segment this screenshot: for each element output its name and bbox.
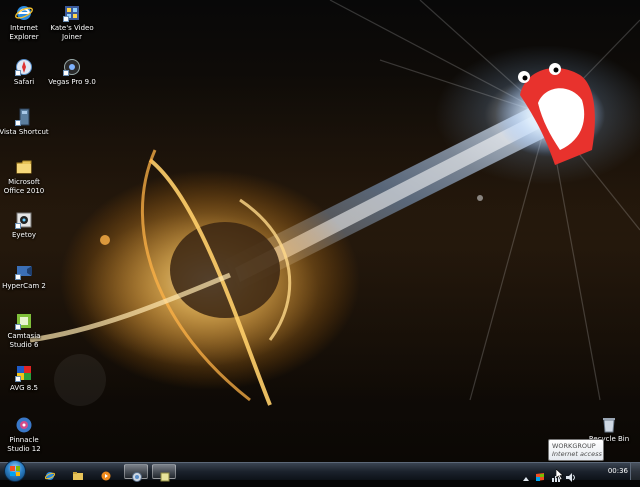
network-tooltip: WORKGROUP Internet access xyxy=(548,439,604,461)
desktop-icon-label: Kate's Video Joiner xyxy=(50,24,94,41)
desktop-icon-label: Vista Shortcut xyxy=(0,128,49,136)
media-player-icon xyxy=(101,466,111,481)
tooltip-subtitle: Internet access xyxy=(552,450,602,458)
avg-icon xyxy=(15,364,33,382)
desktop-icon-microsoft-office-2010[interactable]: Microsoft Office 2010 xyxy=(0,158,50,196)
taskbar-windows-explorer[interactable] xyxy=(66,464,90,480)
explorer-folder-icon xyxy=(73,466,83,480)
desktop-icon-label: Microsoft Office 2010 xyxy=(3,178,45,195)
volume-icon[interactable] xyxy=(566,467,575,482)
action-center-icon[interactable] xyxy=(536,467,544,481)
pinnacle-icon xyxy=(15,416,33,434)
tooltip-title: WORKGROUP xyxy=(552,442,596,450)
desktop-icon-hypercam-2[interactable]: HyperCam 2 xyxy=(0,262,50,291)
vegas-pro-icon xyxy=(63,58,81,76)
desktop-icon-vista-shortcut[interactable]: Vista Shortcut xyxy=(0,108,50,137)
desktop-icon-label: Internet Explorer xyxy=(9,24,39,41)
folder-icon xyxy=(15,158,33,176)
start-button[interactable] xyxy=(4,460,26,482)
desktop-icon-internet-explorer[interactable]: Internet Explorer xyxy=(0,4,50,42)
camtasia-icon xyxy=(15,312,33,330)
internet-explorer-icon xyxy=(15,4,33,22)
video-joiner-icon xyxy=(63,4,81,22)
hypercam-icon xyxy=(15,262,33,280)
taskbar: 00:36 xyxy=(0,460,640,482)
desktop-icon-label: Safari xyxy=(13,78,35,86)
desktop-icon-eyetoy[interactable]: Eyetoy xyxy=(0,211,50,240)
browser-window-icon xyxy=(132,467,142,482)
internet-explorer-icon xyxy=(44,466,56,480)
desktop-icon-pinnacle-studio-12[interactable]: Pinnacle Studio 12 xyxy=(0,416,50,454)
mouse-cursor-icon xyxy=(556,469,564,480)
desktop-icon-avg-8-5[interactable]: AVG 8.5 xyxy=(0,364,50,393)
show-desktop-button[interactable] xyxy=(630,463,640,480)
desktop-icon-label: Camtasia Studio 6 xyxy=(7,332,41,349)
system-clock[interactable]: 00:36 xyxy=(608,467,628,475)
windows-logo-icon xyxy=(10,466,20,476)
taskbar-open-window-2[interactable] xyxy=(152,464,176,482)
desktop-icon-vegas-pro[interactable]: Vegas Pro 9.0 xyxy=(46,58,98,87)
notes-window-icon xyxy=(160,467,170,482)
desktop-icon-label: Eyetoy xyxy=(11,231,37,239)
desktop-icon-label: Pinnacle Studio 12 xyxy=(7,436,41,453)
show-hidden-icons[interactable] xyxy=(522,468,530,481)
desktop-icon-safari[interactable]: Safari xyxy=(0,58,50,87)
taskbar-internet-explorer[interactable] xyxy=(38,464,62,480)
recycle-bin-icon xyxy=(600,415,618,433)
desktop-icon-label: Vegas Pro 9.0 xyxy=(48,78,96,86)
taskbar-open-window-1[interactable] xyxy=(124,464,148,482)
desktop-icon-kates-video-joiner[interactable]: Kate's Video Joiner xyxy=(46,4,98,42)
taskbar-media-player[interactable] xyxy=(94,464,118,481)
eyetoy-icon xyxy=(15,211,33,229)
red-mascot-creature xyxy=(518,63,595,165)
vista-shortcut-icon xyxy=(15,108,33,126)
safari-icon xyxy=(15,58,33,76)
desktop-icon-camtasia-studio-6[interactable]: Camtasia Studio 6 xyxy=(0,312,50,350)
desktop-icon-label: HyperCam 2 xyxy=(2,282,46,290)
desktop-icon-label: AVG 8.5 xyxy=(10,384,38,392)
